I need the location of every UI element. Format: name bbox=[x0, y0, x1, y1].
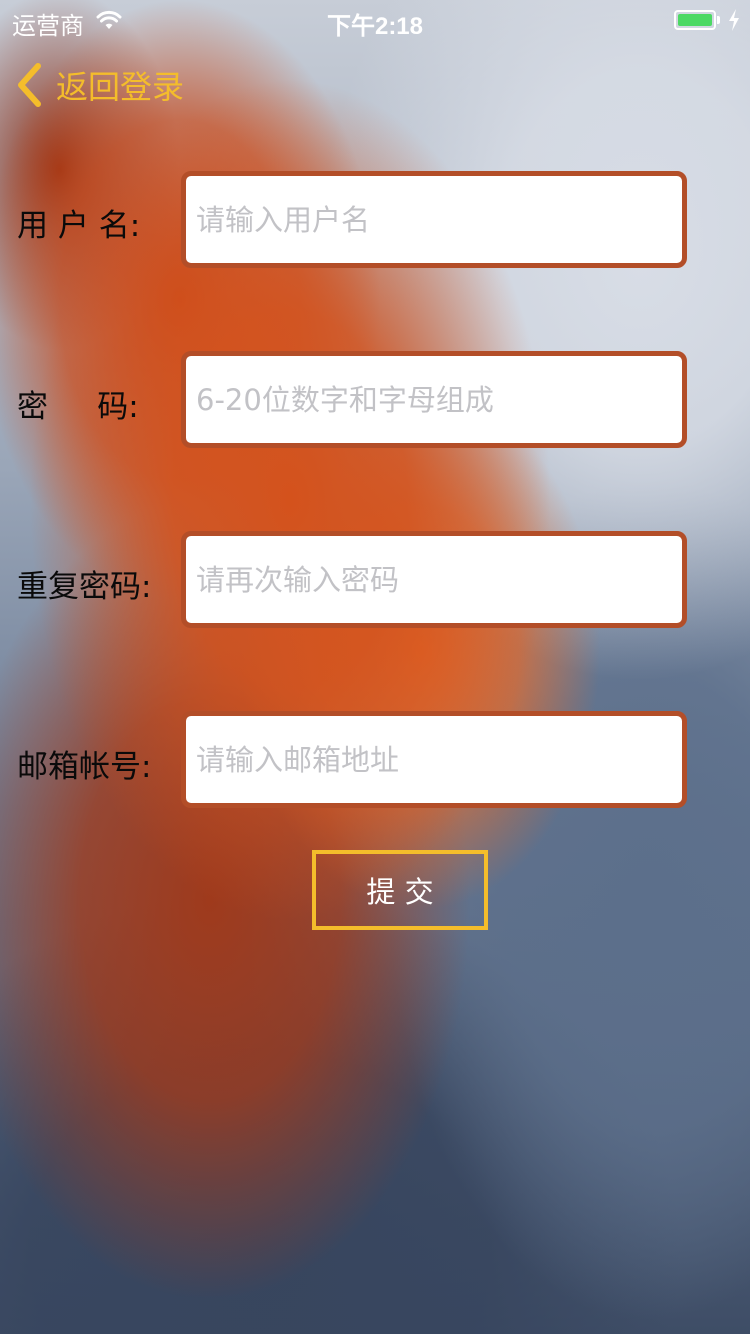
back-button[interactable]: 返回登录 bbox=[14, 60, 184, 110]
email-label: 邮箱帐号: bbox=[17, 749, 152, 785]
status-bar: 运营商 下午2:18 bbox=[0, 0, 750, 40]
battery-icon bbox=[674, 10, 716, 30]
submit-button[interactable]: 提 交 bbox=[312, 850, 488, 930]
password-input[interactable] bbox=[181, 351, 687, 448]
password-label: 密 码: bbox=[17, 389, 139, 425]
username-input[interactable] bbox=[181, 171, 687, 268]
username-label: 用 户 名: bbox=[17, 208, 141, 244]
clock: 下午2:18 bbox=[326, 13, 424, 40]
charging-bolt-icon bbox=[729, 9, 739, 31]
chevron-left-icon bbox=[18, 63, 41, 107]
confirm-password-input[interactable] bbox=[181, 531, 687, 628]
confirm-password-label: 重复密码: bbox=[17, 569, 152, 605]
email-input[interactable] bbox=[181, 711, 687, 808]
battery-tip bbox=[717, 16, 720, 24]
battery-level bbox=[678, 14, 712, 26]
back-label: 返回登录 bbox=[56, 68, 185, 106]
